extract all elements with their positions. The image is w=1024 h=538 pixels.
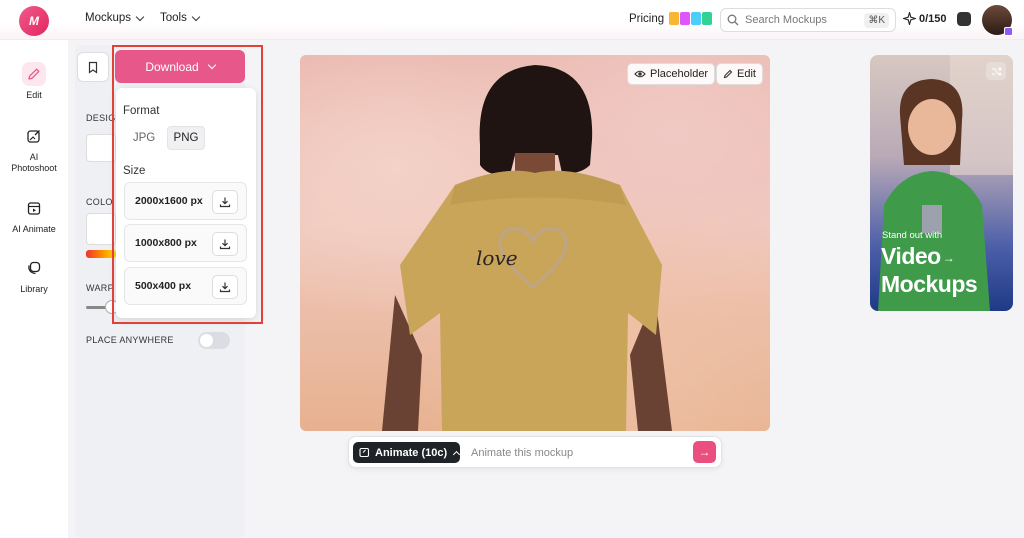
badge-icon <box>680 12 691 25</box>
badge-icon <box>669 12 680 25</box>
mockup-image <box>382 65 672 431</box>
bookmark-button[interactable] <box>77 52 109 82</box>
helmet-icon[interactable] <box>957 12 971 26</box>
placeholder-label: Placeholder <box>650 68 709 80</box>
bookmark-icon <box>88 61 98 74</box>
photo-edit-icon <box>22 124 46 148</box>
left-rail: Edit AI Photoshoot AI Animate Library <box>0 40 68 538</box>
edit-label: Edit <box>737 68 756 80</box>
arrow-right-icon: → <box>942 250 955 265</box>
animate-button-label: Animate (10c) <box>375 446 448 459</box>
app-logo[interactable]: M <box>19 6 49 36</box>
nav-tools[interactable]: Tools <box>160 12 201 24</box>
top-bar: M Mockups Tools Pricing Search Mockups ⌘… <box>0 0 1024 40</box>
send-button[interactable]: → <box>693 441 716 463</box>
credits-value: 0/150 <box>919 12 947 25</box>
nav-mockups-label: Mockups <box>85 12 132 24</box>
placeholder-button[interactable]: Placeholder <box>627 63 716 85</box>
rail-label: AI Photoshoot <box>11 152 57 173</box>
warp-section-label: WARP <box>86 283 114 293</box>
layers-icon <box>22 256 46 280</box>
pencil-icon <box>22 62 46 86</box>
rail-label: Edit <box>26 90 42 100</box>
animate-button[interactable]: Animate (10c) <box>353 442 461 463</box>
clapper-icon <box>22 196 46 220</box>
rail-item-library[interactable]: Library <box>0 256 68 294</box>
animate-prompt-input[interactable] <box>471 442 689 463</box>
badge-icon <box>691 12 702 25</box>
chevron-down-icon <box>191 12 201 21</box>
sparkle-icon <box>903 12 916 25</box>
color-section-label: COLO <box>86 197 113 207</box>
nav-tools-label: Tools <box>160 12 187 24</box>
chevron-up-icon <box>453 450 461 458</box>
promo-title-text: Video <box>881 243 941 269</box>
search-icon <box>727 14 739 26</box>
rail-item-ai-animate[interactable]: AI Animate <box>0 196 68 234</box>
rail-item-edit[interactable]: Edit <box>0 62 68 100</box>
place-anywhere-label: PLACE ANYWHERE <box>86 335 174 345</box>
edit-button[interactable]: Edit <box>716 63 763 85</box>
promo-title-line1: Video → <box>881 243 955 270</box>
search-placeholder: Search Mockups <box>745 14 827 26</box>
rail-item-ai-photoshoot[interactable]: AI Photoshoot <box>0 124 68 174</box>
arrow-right-icon: → <box>698 445 711 459</box>
download-highlight-box <box>112 45 263 324</box>
search-box[interactable]: Search Mockups ⌘K <box>720 8 896 32</box>
badge-icon <box>702 12 713 25</box>
avatar-status-badge <box>1004 27 1013 36</box>
place-anywhere-toggle[interactable] <box>198 332 230 349</box>
pricing-label: Pricing <box>629 12 665 25</box>
rail-label: Library <box>20 284 48 294</box>
promo-title-line2: Mockups <box>881 271 978 297</box>
pricing-link[interactable]: Pricing <box>629 12 713 25</box>
shirt-print-text: love <box>476 246 518 270</box>
promo-subtitle: Stand out with <box>882 230 943 241</box>
chevron-down-icon <box>135 12 145 21</box>
mockup-canvas[interactable]: love <box>300 55 770 431</box>
search-shortcut: ⌘K <box>864 12 889 28</box>
pricing-badges <box>668 12 713 25</box>
animate-icon <box>359 447 370 458</box>
rail-label: AI Animate <box>12 224 56 234</box>
nav-mockups[interactable]: Mockups <box>85 12 145 24</box>
pencil-icon <box>723 69 733 79</box>
shuffle-icon[interactable] <box>986 62 1006 80</box>
credits-counter[interactable]: 0/150 <box>903 12 947 25</box>
eye-icon <box>634 70 646 78</box>
